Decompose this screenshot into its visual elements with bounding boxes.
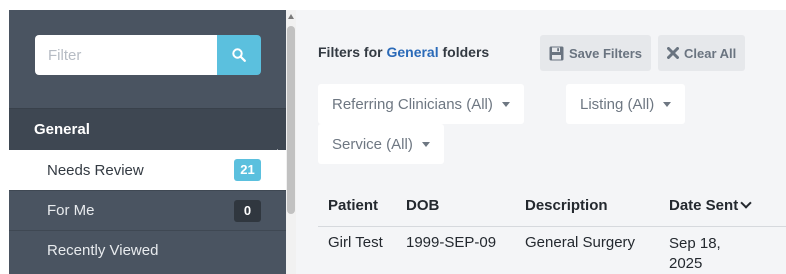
- save-filters-button[interactable]: Save Filters: [540, 35, 651, 71]
- referrals-table: Patient DOB Description Date Sent Girl T…: [318, 185, 786, 274]
- dropdown-label: Referring Clinicians (All): [332, 95, 493, 113]
- save-filters-label: Save Filters: [569, 45, 642, 61]
- sidebar-item-label: Recently Viewed: [47, 242, 159, 259]
- sidebar-item-recently-viewed[interactable]: Recently Viewed: [9, 230, 286, 270]
- sidebar-section-general: General: [9, 108, 286, 150]
- dropdown-label: Listing (All): [580, 95, 655, 113]
- listing-dropdown[interactable]: Listing (All): [566, 84, 686, 124]
- clear-all-button[interactable]: Clear All: [658, 35, 746, 71]
- sidebar-item-label: For Me: [47, 202, 95, 219]
- sidebar-item-for-me[interactable]: For Me 0: [9, 190, 286, 230]
- main-panel: Filters for General folders Save Filters…: [296, 10, 786, 274]
- sidebar: General Needs Review 21 For Me 0 Recentl…: [9, 10, 286, 274]
- column-header-description[interactable]: Description: [525, 197, 669, 214]
- sidebar-item-label: Needs Review: [47, 161, 144, 179]
- sidebar-item-needs-review[interactable]: Needs Review 21: [9, 150, 286, 190]
- filters-title-prefix: Filters for: [318, 44, 387, 60]
- x-icon: [667, 47, 679, 59]
- service-dropdown[interactable]: Service (All): [318, 124, 444, 164]
- cell-date-sent: Sep 18, 2025: [669, 234, 786, 274]
- cell-dob: 1999-SEP-09: [406, 234, 497, 251]
- cell-description: General Surgery: [525, 234, 636, 251]
- filters-title-suffix: folders: [438, 44, 490, 60]
- active-item-pointer: [277, 149, 286, 167]
- count-badge: 21: [234, 159, 261, 181]
- dropdown-label: Service (All): [332, 135, 413, 153]
- caret-down-icon: [421, 141, 430, 147]
- cell-patient: Girl Test: [328, 234, 383, 251]
- filters-folder-link[interactable]: General: [386, 44, 438, 60]
- table-header-row: Patient DOB Description Date Sent: [318, 185, 786, 227]
- scrollbar-thumb[interactable]: [287, 26, 295, 214]
- search-button[interactable]: [217, 35, 261, 75]
- caret-down-icon: [663, 101, 672, 107]
- count-badge: 0: [234, 199, 261, 222]
- cell-date-sent-line1: Sep 18,: [669, 235, 721, 252]
- filter-input[interactable]: [35, 35, 217, 75]
- chevron-down-icon: [740, 196, 752, 209]
- column-header-dob[interactable]: DOB: [406, 197, 525, 214]
- referring-clinicians-dropdown[interactable]: Referring Clinicians (All): [318, 84, 524, 124]
- filters-title: Filters for General folders: [318, 44, 489, 60]
- sidebar-scrollbar[interactable]: [286, 10, 296, 274]
- filter-search-group: [35, 35, 261, 75]
- table-row[interactable]: Girl Test 1999-SEP-09 General Surgery Se…: [318, 227, 786, 274]
- search-icon: [232, 48, 246, 62]
- cell-date-sent-line2: 2025: [669, 255, 703, 272]
- column-header-date-sent[interactable]: Date Sent: [669, 196, 786, 216]
- scroll-up-arrow-icon[interactable]: [288, 14, 294, 19]
- column-header-patient[interactable]: Patient: [318, 197, 406, 214]
- floppy-disk-icon: [549, 46, 564, 60]
- clear-all-label: Clear All: [684, 45, 737, 61]
- caret-down-icon: [501, 101, 510, 107]
- column-header-date-sent-label: Date Sent: [669, 196, 739, 214]
